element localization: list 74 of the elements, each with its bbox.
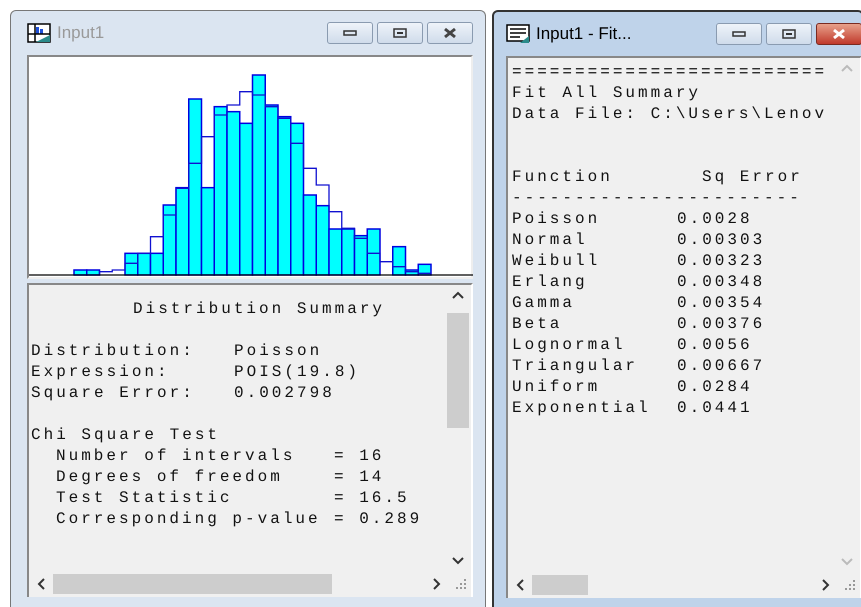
maximize-button[interactable] [766,23,812,45]
error-value: 0.0028 [677,209,753,230]
field-value: Poisson [234,341,322,362]
stat-value: = 16 [334,446,384,467]
minimize-icon [732,30,746,38]
scrollbar-thumb[interactable] [53,574,332,594]
field-label: Distribution: [31,341,196,362]
scroll-left-icon [516,579,524,591]
function-name: Exponential [512,398,652,419]
scrollbar-thumb[interactable] [447,313,469,428]
error-value: 0.0441 [677,398,753,419]
error-value: 0.00348 [677,272,766,293]
maximize-button[interactable] [377,22,423,44]
scroll-up-icon [841,64,853,72]
scroll-up-icon [452,291,464,299]
minimize-button[interactable] [327,22,373,44]
function-name: Gamma [512,293,576,314]
stat-value: = 0.289 [334,509,422,530]
histogram-bar [137,252,152,276]
scroll-down-icon [841,558,853,566]
stat-label: Test Statistic [56,488,234,509]
resize-grip-icon [844,579,856,591]
histogram-bar [366,228,381,276]
report-icon [506,24,530,44]
minimize-icon [343,29,357,37]
stat-value: = 14 [334,467,384,488]
separator-line: ========================= [512,62,828,83]
window-title: Input1 - Fit... [536,24,632,44]
scroll-right-icon [433,578,441,590]
close-icon [442,27,458,39]
column-header: Function [512,167,614,188]
summary-title: Distribution Summary [132,299,386,320]
error-value: 0.00303 [677,230,766,251]
stat-label: Corresponding p-value [56,509,322,530]
field-label: Square Error: [31,383,196,404]
error-value: 0.00667 [677,356,766,377]
stat-label: Degrees of freedom [56,467,284,488]
scroll-right-icon [822,579,830,591]
histogram-bar [341,228,356,276]
window-title: Input1 [57,23,106,43]
error-value: 0.0056 [677,335,753,356]
section-title: Chi Square Test [31,425,222,446]
resize-grip-icon [455,578,467,590]
minimize-button[interactable] [716,23,762,45]
function-name: Normal [512,230,589,251]
report-line: Fit All Summary [512,83,702,104]
restore-icon [393,28,407,38]
report-line: Data File: C:\Users\Lenov [512,104,828,125]
field-value: POIS(19.8) [234,362,360,383]
function-name: Beta [512,314,564,335]
field-label: Expression: [31,362,171,383]
error-value: 0.00323 [677,251,766,272]
stat-label: Number of intervals [56,446,296,467]
column-header: Sq Error [702,167,803,188]
error-value: 0.00376 [677,314,766,335]
function-name: Uniform [512,377,602,398]
function-name: Erlang [512,272,589,293]
restore-icon [782,29,796,39]
function-name: Lognormal [512,335,626,356]
close-button[interactable] [816,23,861,45]
scroll-down-icon [452,557,464,565]
close-button[interactable] [427,22,473,44]
scroll-left-icon [37,578,45,590]
scrollbar-thumb[interactable] [532,575,588,595]
error-value: 0.00354 [677,293,766,314]
function-name: Weibull [512,251,602,272]
chart-icon [27,23,51,43]
function-name: Poisson [512,209,602,230]
stat-value: = 16.5 [334,488,410,509]
error-value: 0.0284 [677,377,753,398]
function-name: Triangular [512,356,640,377]
separator-line: ----------------------- [512,188,803,209]
field-value: 0.002798 [234,383,335,404]
close-icon [831,28,847,40]
